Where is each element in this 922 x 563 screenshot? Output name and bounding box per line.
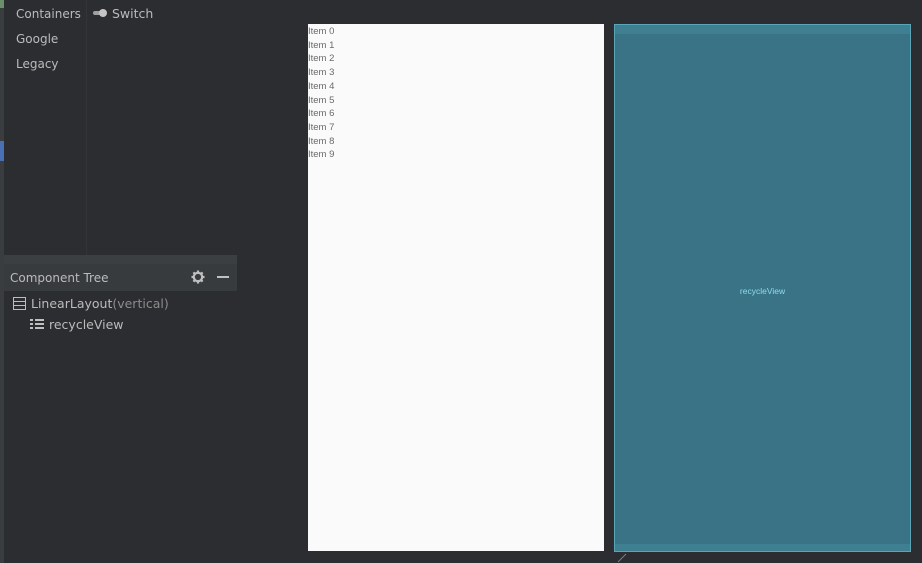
list-item: Item 8 [308, 135, 335, 147]
list-item: Item 0 [308, 26, 335, 37]
palette-panel: Containers Google Legacy Switch [4, 0, 237, 255]
blueprint-top-band [615, 25, 910, 34]
list-item: Item 9 [308, 149, 335, 161]
tree-node-recycleview[interactable]: recycleView [30, 315, 124, 333]
component-tree-header: Component Tree [4, 264, 237, 291]
switch-icon [93, 9, 107, 17]
panel-splitter[interactable] [4, 255, 237, 264]
palette-category-containers[interactable]: Containers [16, 7, 81, 21]
minimize-icon[interactable] [217, 276, 229, 278]
tree-node-name: LinearLayout [31, 295, 113, 311]
list-item: Item 7 [308, 121, 335, 133]
component-tree: LinearLayout (vertical) recycleView [4, 291, 237, 563]
list-item: Item 3 [308, 67, 335, 79]
tree-node-detail: (vertical) [112, 295, 169, 311]
palette-divider [86, 0, 87, 255]
blueprint-bottom-band [615, 544, 910, 551]
palette-category-legacy[interactable]: Legacy [16, 57, 59, 71]
gear-icon[interactable] [191, 270, 205, 284]
component-tree-title: Component Tree [10, 271, 109, 285]
design-preview[interactable]: Item 0 Item 1 Item 2 Item 3 Item 4 Item … [308, 24, 604, 551]
palette-widget-switch[interactable]: Switch [93, 5, 153, 21]
design-canvas: Item 0 Item 1 Item 2 Item 3 Item 4 Item … [237, 0, 922, 563]
blueprint-label: recycleView [739, 286, 786, 296]
list-item: Item 2 [308, 53, 335, 65]
recycler-view-icon [30, 318, 44, 330]
palette-widget-label: Switch [112, 5, 154, 21]
list-item: Item 5 [308, 94, 335, 106]
list-item: Item 4 [308, 80, 335, 92]
resize-handle-icon[interactable] [617, 553, 627, 563]
tree-node-linearlayout[interactable]: LinearLayout (vertical) [13, 294, 169, 312]
linear-layout-icon [13, 296, 26, 310]
list-item: Item 1 [308, 39, 335, 51]
tree-node-name: recycleView [49, 316, 124, 332]
palette-category-google[interactable]: Google [16, 32, 58, 46]
list-item: Item 6 [308, 108, 335, 120]
blueprint-preview[interactable]: recycleView [614, 24, 911, 552]
